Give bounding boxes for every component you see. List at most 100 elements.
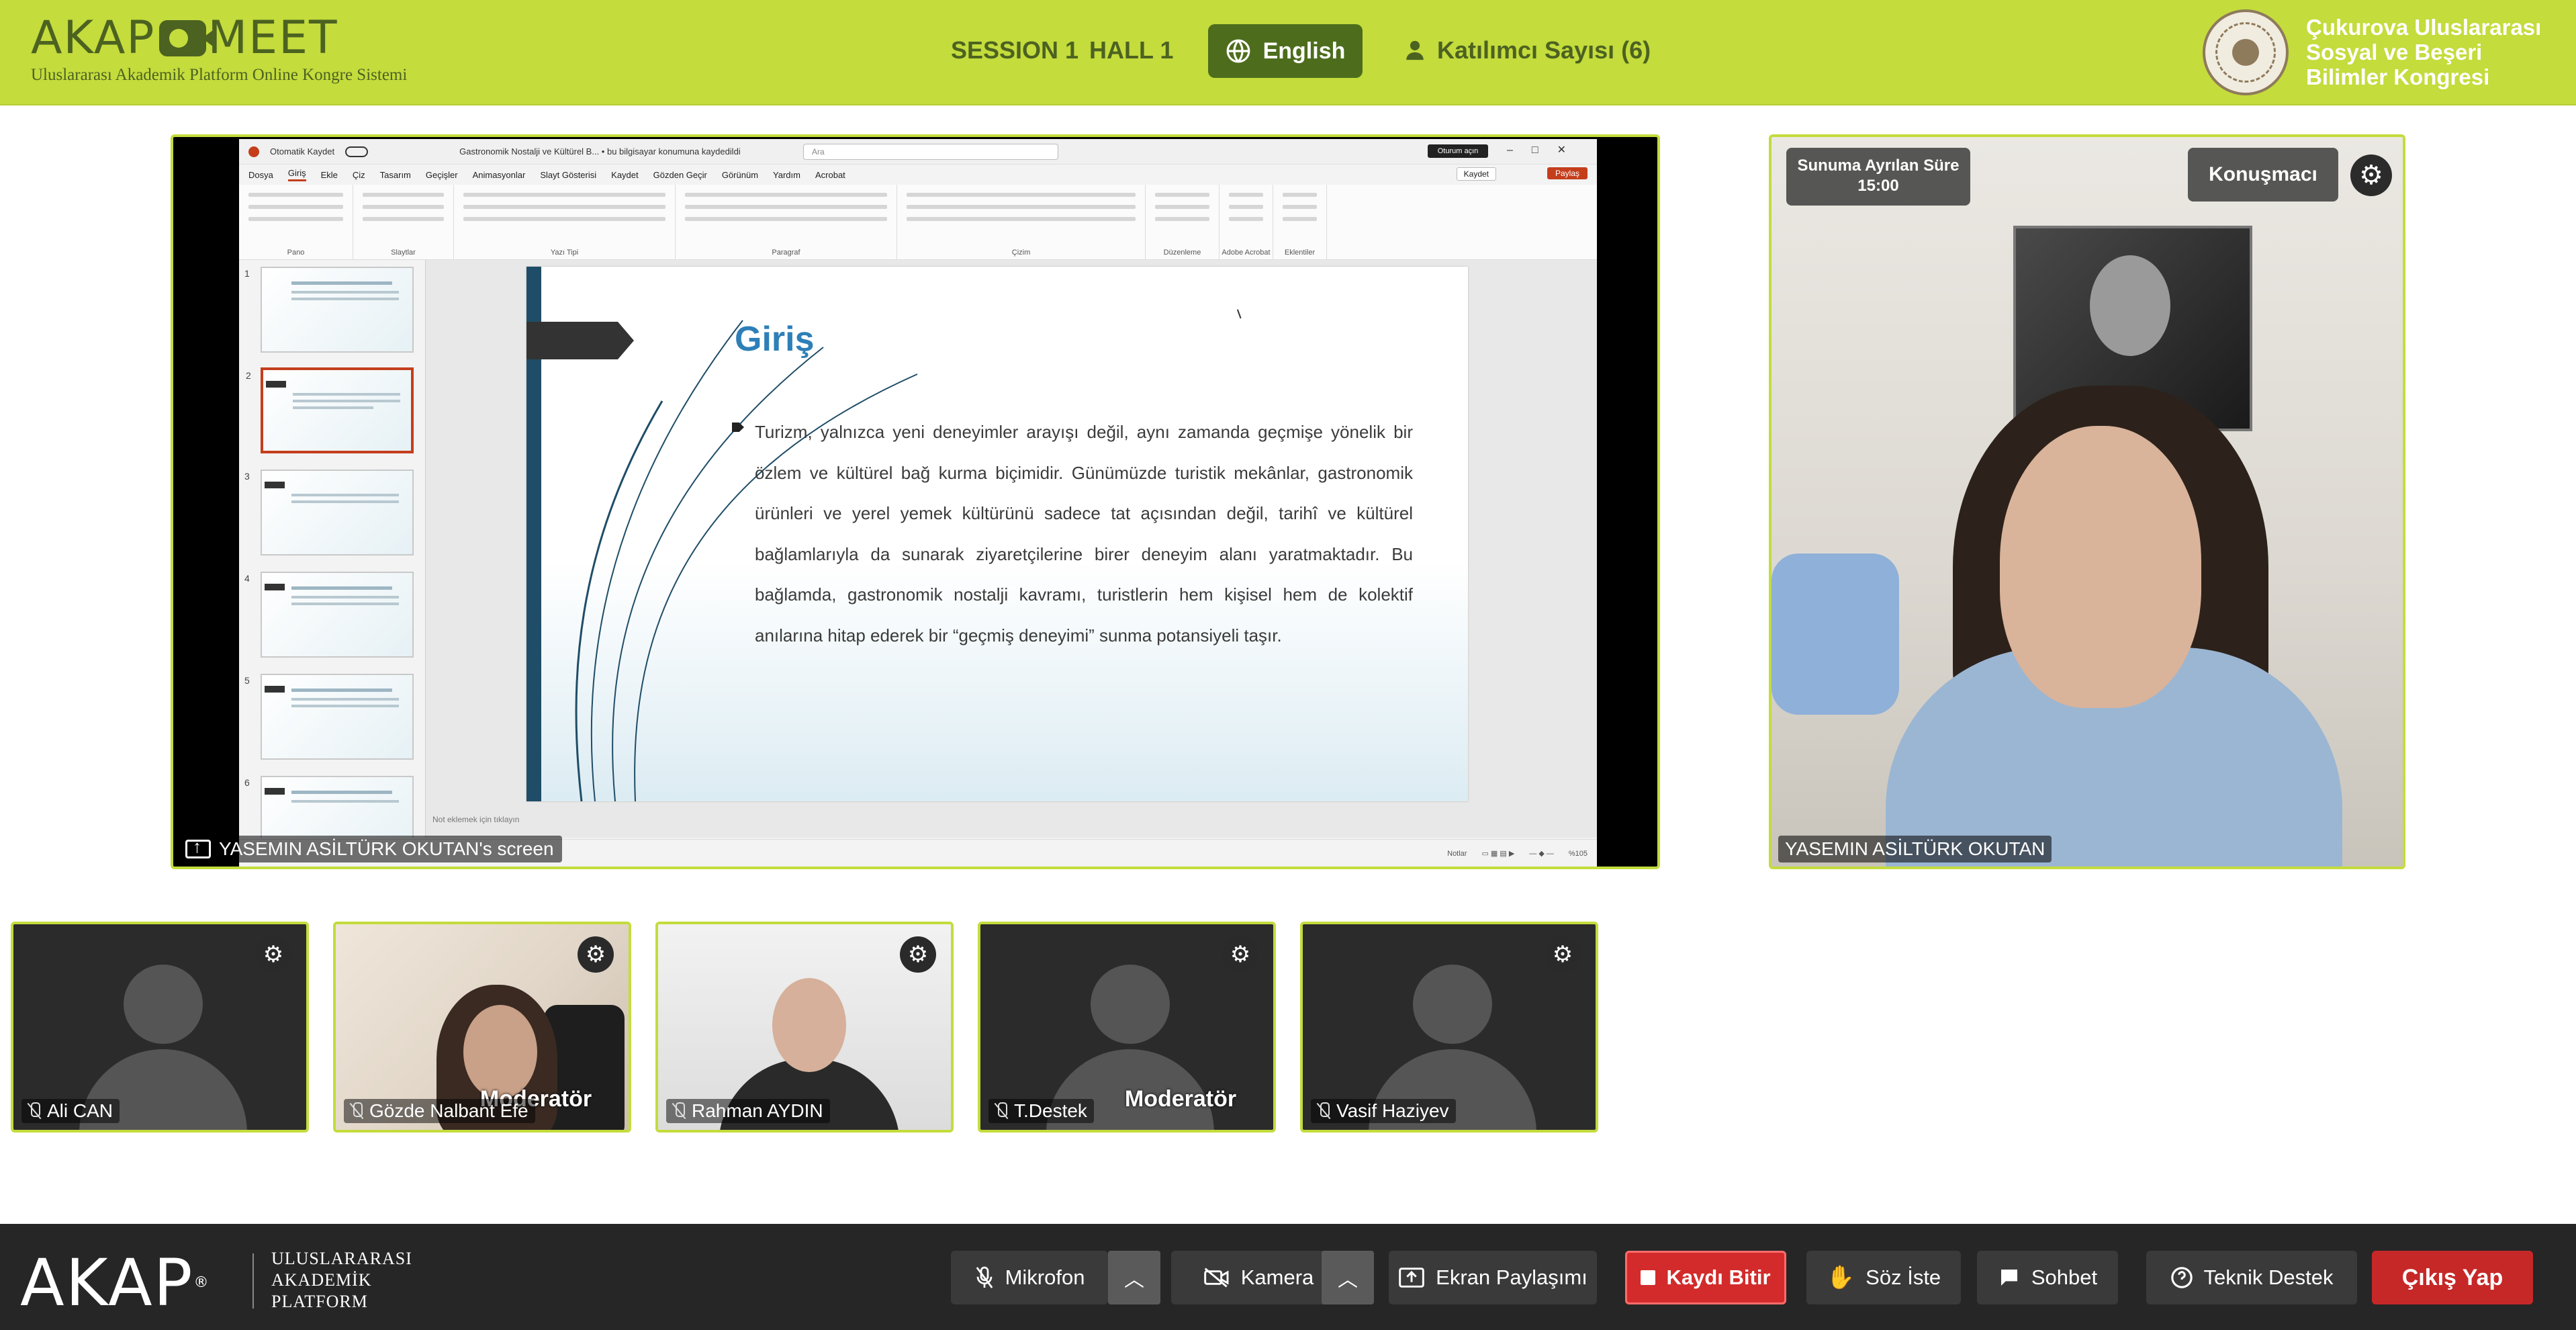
participant-tile[interactable]: ⚙ Rahman AYDIN [655, 922, 954, 1133]
top-header: AKAP MEET Uluslararası Akademik Platform … [0, 0, 2576, 105]
slide-canvas[interactable]: Giriş Turizm, yalnızca yeni deneyimler a… [426, 260, 1597, 838]
speaker-video-tile[interactable]: Sunuma Ayrılan Süre 15:00 Konuşmacı ⚙ YA… [1769, 134, 2405, 869]
participant-settings-gear-icon[interactable]: ⚙ [900, 936, 936, 973]
ppt-save-button[interactable]: Kaydet [1456, 167, 1496, 181]
ppt-search-input[interactable]: Ara [803, 144, 1058, 160]
slide-thumbnail[interactable]: 4 [244, 572, 414, 658]
ribbon-group-clipboard[interactable]: Pano [239, 185, 353, 259]
screen-share-button[interactable]: Ekran Paylaşımı [1389, 1251, 1597, 1304]
akap-brand-logo: AKAP® [20, 1245, 210, 1321]
menu-item[interactable]: Geçişler [426, 170, 458, 180]
zoom-level: %105 [1568, 849, 1588, 858]
zoom-slider[interactable]: — ◆ — [1529, 849, 1554, 858]
ppt-share-button[interactable]: Paylaş [1547, 167, 1588, 179]
participant-settings-gear-icon[interactable]: ⚙ [578, 936, 614, 973]
shared-screen-tile[interactable]: Otomatik Kaydet Gastronomik Nostalji ve … [171, 134, 1660, 869]
ppt-body: 1 2 3 4 5 6 Giriş Turizm, yalnızca yeni … [239, 260, 1597, 838]
ribbon-group-editing[interactable]: Düzenleme [1146, 185, 1220, 259]
screen-owner-label: YASEMIN ASİLTÜRK OKUTAN's screen [177, 836, 562, 862]
screen-share-icon [185, 836, 211, 858]
slide-thumbnail[interactable]: 1 [244, 267, 414, 353]
help-circle-icon [2170, 1267, 2193, 1288]
language-button[interactable]: English [1208, 24, 1363, 78]
slide-thumbnail[interactable]: 6 [244, 776, 414, 838]
participant-tile[interactable]: ⚙ Ali CAN [11, 922, 309, 1133]
camera-button[interactable]: Kamera [1171, 1251, 1346, 1304]
ribbon-group-paragraph[interactable]: Paragraf [676, 185, 897, 259]
mic-muted-icon [28, 1102, 40, 1120]
participant-settings-gear-icon[interactable]: ⚙ [1545, 936, 1581, 973]
mic-muted-icon [995, 1102, 1007, 1120]
slide-thumbnail-selected[interactable]: 2 [246, 367, 414, 453]
speaker-settings-gear-icon[interactable]: ⚙ [2350, 154, 2392, 196]
menu-item[interactable]: Acrobat [815, 170, 845, 180]
menu-item[interactable]: Yardım [773, 170, 800, 180]
ribbon-group-font[interactable]: Yazı Tipi [454, 185, 676, 259]
mic-muted-icon [673, 1102, 685, 1120]
participant-name: Ali CAN [21, 1099, 120, 1123]
avatar-placeholder-icon [1091, 965, 1170, 1044]
participant-settings-gear-icon[interactable]: ⚙ [1222, 936, 1258, 973]
ribbon-group-addins[interactable]: Eklentiler [1273, 185, 1327, 259]
participant-tile[interactable]: ⚙ Moderatör T.Destek [978, 922, 1276, 1133]
document-title: Gastronomik Nostalji ve Kültürel B... • … [459, 146, 741, 157]
menu-item[interactable]: Slayt Gösterisi [540, 170, 596, 180]
participant-settings-gear-icon[interactable]: ⚙ [255, 936, 291, 973]
menu-item[interactable]: Tasarım [380, 170, 411, 180]
mic-muted-icon [1318, 1102, 1330, 1120]
menu-item[interactable]: Ekle [321, 170, 338, 180]
avatar-placeholder-icon [1413, 965, 1492, 1044]
menu-item[interactable]: Çiz [353, 170, 365, 180]
ribbon-group-acrobat[interactable]: Adobe Acrobat [1220, 185, 1273, 259]
exit-button[interactable]: Çıkış Yap [2372, 1251, 2533, 1304]
participant-tile[interactable]: ⚙ Moderatör Gözde Nalbant Efe [333, 922, 631, 1133]
menu-item[interactable]: Kaydet [611, 170, 638, 180]
microphone-options-chevron-icon[interactable]: ︿ [1108, 1251, 1160, 1304]
participant-tile[interactable]: ⚙ Vasif Haziyev [1300, 922, 1598, 1133]
camera-off-icon [1203, 1268, 1229, 1288]
powerpoint-window: Otomatik Kaydet Gastronomik Nostalji ve … [239, 139, 1597, 867]
participant-count-button[interactable]: Katılımcı Sayısı (6) [1404, 36, 1651, 64]
notes-placeholder[interactable]: Not eklemek için tıklayın [432, 815, 519, 824]
stop-recording-button[interactable]: Kaydı Bitir [1625, 1251, 1786, 1304]
notes-toggle[interactable]: Notlar [1447, 850, 1467, 858]
screen-share-icon [1399, 1268, 1424, 1288]
technical-support-button[interactable]: Teknik Destek [2146, 1251, 2357, 1304]
participant-name: Gözde Nalbant Efe [344, 1099, 535, 1123]
participant-count-label: Katılımcı Sayısı (6) [1437, 36, 1651, 64]
menu-item[interactable]: Dosya [248, 170, 273, 180]
powerpoint-icon [248, 146, 259, 157]
slide-title: Giriş [735, 320, 815, 359]
view-buttons[interactable]: ▭ ▦ ▤ ▶ [1481, 849, 1514, 858]
congress-seal-icon [2203, 9, 2289, 95]
window-controls[interactable]: –□✕ [1507, 143, 1585, 157]
menu-item[interactable]: Animasyonlar [473, 170, 526, 180]
timer-label: Sunuma Ayrılan Süre [1797, 157, 1960, 175]
slide-thumbnail-pane[interactable]: 1 2 3 4 5 6 [239, 260, 426, 838]
chat-button[interactable]: Sohbet [1977, 1251, 2118, 1304]
logo-subtitle: Uluslararası Akademik Platform Online Ko… [31, 66, 408, 84]
background-pillow [1772, 553, 1899, 715]
slide-thumbnail[interactable]: 5 [244, 674, 414, 760]
raise-hand-button[interactable]: ✋ Söz İste [1806, 1251, 1961, 1304]
ribbon-group-slides[interactable]: Slaytlar [353, 185, 454, 259]
participant-name: Rahman AYDIN [666, 1099, 830, 1123]
hall-label: HALL 1 [1089, 36, 1174, 64]
menu-item-active[interactable]: Giriş [287, 168, 306, 181]
camera-options-chevron-icon[interactable]: ︿ [1322, 1251, 1374, 1304]
menu-item[interactable]: Gözden Geçir [653, 170, 707, 180]
person-icon [1406, 40, 1424, 60]
brand-subtitle: ULUSLARARASI AKADEMİK PLATFORM [271, 1249, 412, 1311]
autosave-toggle[interactable] [345, 146, 369, 157]
microphone-button[interactable]: Mikrofon [951, 1251, 1108, 1304]
slide: Giriş Turizm, yalnızca yeni deneyimler a… [526, 267, 1468, 801]
menu-item[interactable]: Görünüm [722, 170, 758, 180]
ppt-title-bar: Otomatik Kaydet Gastronomik Nostalji ve … [239, 139, 1597, 165]
brand-divider [252, 1253, 254, 1309]
ribbon-group-drawing[interactable]: Çizim [897, 185, 1146, 259]
slide-body-text: Turizm, yalnızca yeni deneyimler arayışı… [755, 422, 1413, 646]
ppt-sign-in-button[interactable]: Oturum açın [1428, 144, 1488, 158]
slide-thumbnail[interactable]: 3 [244, 470, 414, 556]
ppt-menu-bar: Dosya Giriş Ekle Çiz Tasarım Geçişler An… [239, 165, 1597, 185]
avatar-placeholder-icon [124, 965, 203, 1044]
